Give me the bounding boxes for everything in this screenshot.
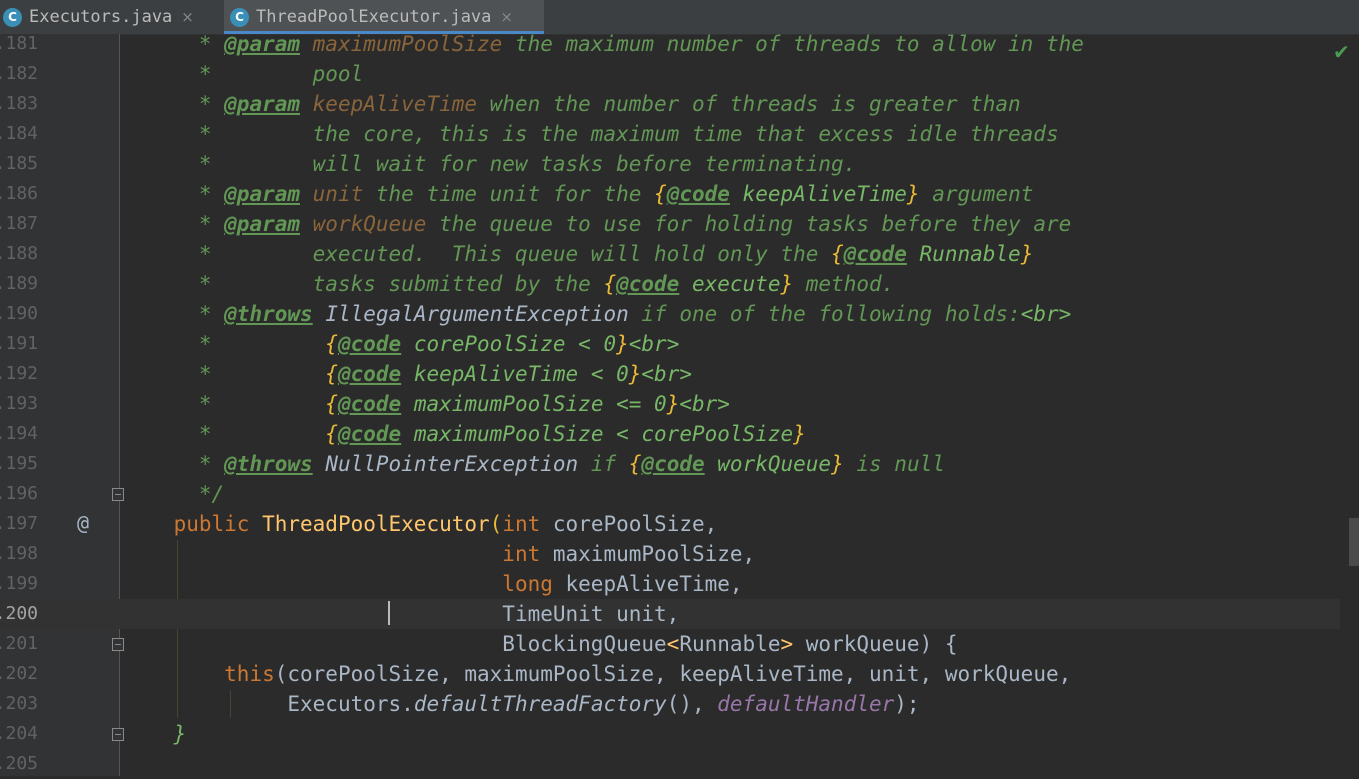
code-text[interactable]: * executed. This queue will hold only th… bbox=[123, 239, 1034, 269]
tab-label: Executors.java bbox=[29, 7, 173, 27]
code-line-198[interactable]: .198 int maximumPoolSize, bbox=[0, 539, 1340, 569]
code-text[interactable]: TimeUnit unit, bbox=[123, 599, 679, 629]
code-text[interactable]: Executors.defaultThreadFactory(), defaul… bbox=[123, 689, 919, 719]
line-number: .187 bbox=[0, 213, 38, 234]
code-text[interactable]: public ThreadPoolExecutor(int corePoolSi… bbox=[123, 509, 718, 539]
code-line-181[interactable]: .181 * @param maximumPoolSize the maximu… bbox=[0, 29, 1340, 59]
code-line-194[interactable]: .194 * {@code maximumPoolSize < corePool… bbox=[0, 419, 1340, 449]
code-text[interactable]: this(corePoolSize, maximumPoolSize, keep… bbox=[123, 659, 1071, 689]
line-number: .191 bbox=[0, 333, 38, 354]
code-line-195[interactable]: .195 * @throws NullPointerException if {… bbox=[0, 449, 1340, 479]
code-line-185[interactable]: .185 * will wait for new tasks before te… bbox=[0, 149, 1340, 179]
line-number: .198 bbox=[0, 543, 38, 564]
code-line-192[interactable]: .192 * {@code keepAliveTime < 0}<br> bbox=[0, 359, 1340, 389]
code-text[interactable]: int maximumPoolSize, bbox=[123, 539, 755, 569]
line-number: .200 bbox=[0, 603, 38, 624]
text-caret bbox=[388, 601, 390, 625]
code-text[interactable]: * @param maximumPoolSize the maximum num… bbox=[123, 29, 1084, 59]
code-line-189[interactable]: .189 * tasks submitted by the {@code exe… bbox=[0, 269, 1340, 299]
close-icon[interactable]: × bbox=[181, 8, 194, 26]
line-number: .196 bbox=[0, 483, 38, 504]
line-number: .188 bbox=[0, 243, 38, 264]
code-line-205[interactable]: .205 bbox=[0, 749, 1340, 779]
code-line-196[interactable]: .196 */ bbox=[0, 479, 1340, 509]
code-text[interactable]: */ bbox=[123, 479, 224, 509]
line-number: .202 bbox=[0, 663, 38, 684]
line-number: .197 bbox=[0, 513, 38, 534]
close-icon[interactable]: × bbox=[500, 8, 513, 26]
line-number: .193 bbox=[0, 393, 38, 414]
code-text[interactable]: BlockingQueue<Runnable> workQueue) { bbox=[123, 629, 957, 659]
line-number: .194 bbox=[0, 423, 38, 444]
tab-label: ThreadPoolExecutor.java bbox=[256, 7, 492, 27]
line-number: .195 bbox=[0, 453, 38, 474]
code-text[interactable]: * @throws IllegalArgumentException if on… bbox=[123, 299, 1071, 329]
line-number: .189 bbox=[0, 273, 38, 294]
vertical-scrollbar-thumb[interactable] bbox=[1349, 518, 1359, 566]
line-number: .205 bbox=[0, 753, 38, 774]
code-text[interactable]: * {@code maximumPoolSize < corePoolSize} bbox=[123, 419, 806, 449]
code-text[interactable]: * pool bbox=[123, 59, 363, 89]
code-line-187[interactable]: .187 * @param workQueue the queue to use… bbox=[0, 209, 1340, 239]
line-number: .192 bbox=[0, 363, 38, 384]
code-line-193[interactable]: .193 * {@code maximumPoolSize <= 0}<br> bbox=[0, 389, 1340, 419]
line-number: .190 bbox=[0, 303, 38, 324]
code-line-188[interactable]: .188 * executed. This queue will hold on… bbox=[0, 239, 1340, 269]
code-text[interactable]: * the core, this is the maximum time tha… bbox=[123, 119, 1059, 149]
line-number: .181 bbox=[0, 33, 38, 54]
java-class-icon: C bbox=[3, 7, 22, 27]
inspection-ok-icon[interactable]: ✔ bbox=[1333, 40, 1350, 64]
fold-toggle-icon[interactable] bbox=[112, 728, 124, 741]
code-line-204[interactable]: .204 } bbox=[0, 719, 1340, 749]
code-text[interactable]: * {@code corePoolSize < 0}<br> bbox=[123, 329, 680, 359]
code-text[interactable]: * tasks submitted by the {@code execute}… bbox=[123, 269, 894, 299]
code-line-201[interactable]: .201 BlockingQueue<Runnable> workQueue) … bbox=[0, 629, 1340, 659]
fold-toggle-icon[interactable] bbox=[112, 638, 124, 651]
code-text[interactable]: * {@code keepAliveTime < 0}<br> bbox=[123, 359, 692, 389]
code-line-197[interactable]: .197 public ThreadPoolExecutor(int coreP… bbox=[0, 509, 1340, 539]
code-text[interactable]: * will wait for new tasks before termina… bbox=[123, 149, 856, 179]
code-line-202[interactable]: .202 this(corePoolSize, maximumPoolSize,… bbox=[0, 659, 1340, 689]
line-number: .184 bbox=[0, 123, 38, 144]
code-line-186[interactable]: .186 * @param unit the time unit for the… bbox=[0, 179, 1340, 209]
code-text[interactable]: * @param unit the time unit for the {@co… bbox=[123, 179, 1034, 209]
code-line-191[interactable]: .191 * {@code corePoolSize < 0}<br> bbox=[0, 329, 1340, 359]
code-line-184[interactable]: .184 * the core, this is the maximum tim… bbox=[0, 119, 1340, 149]
line-number: .183 bbox=[0, 93, 38, 114]
line-number: .199 bbox=[0, 573, 38, 594]
override-marker-icon[interactable]: @ bbox=[77, 512, 89, 534]
code-text[interactable]: long keepAliveTime, bbox=[123, 569, 742, 599]
line-number: .204 bbox=[0, 723, 38, 744]
code-line-203[interactable]: .203 Executors.defaultThreadFactory(), d… bbox=[0, 689, 1340, 719]
code-text[interactable]: * @throws NullPointerException if {@code… bbox=[123, 449, 945, 479]
line-number: .203 bbox=[0, 693, 38, 714]
code-line-199[interactable]: .199 long keepAliveTime, bbox=[0, 569, 1340, 599]
code-text[interactable]: * {@code maximumPoolSize <= 0}<br> bbox=[123, 389, 730, 419]
code-text[interactable]: } bbox=[123, 719, 187, 749]
code-text[interactable]: * @param workQueue the queue to use for … bbox=[123, 209, 1071, 239]
line-number: .185 bbox=[0, 153, 38, 174]
line-number: .182 bbox=[0, 63, 38, 84]
line-number: .201 bbox=[0, 633, 38, 654]
code-line-200-current[interactable]: .200 TimeUnit unit, bbox=[0, 599, 1340, 629]
code-line-190[interactable]: .190 * @throws IllegalArgumentException … bbox=[0, 299, 1340, 329]
fold-toggle-icon[interactable] bbox=[112, 488, 124, 501]
java-class-icon: C bbox=[230, 7, 249, 27]
code-line-183[interactable]: .183 * @param keepAliveTime when the num… bbox=[0, 89, 1340, 119]
code-line-182[interactable]: .182 * pool bbox=[0, 59, 1340, 89]
line-number: .186 bbox=[0, 183, 38, 204]
code-text[interactable]: * @param keepAliveTime when the number o… bbox=[123, 89, 1021, 119]
